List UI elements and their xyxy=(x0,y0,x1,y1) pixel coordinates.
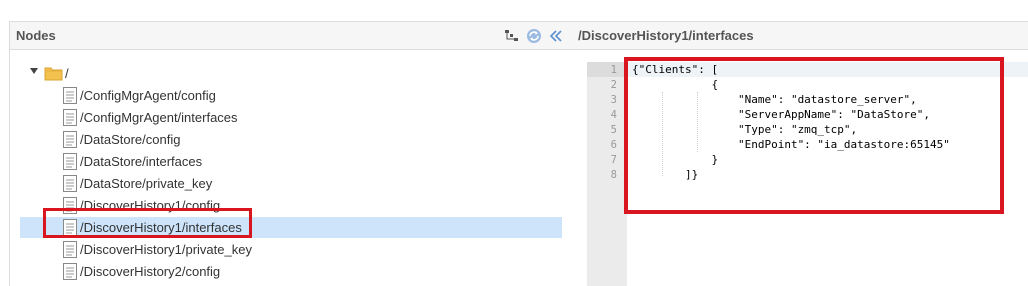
node-tree: / /ConfigMgrAgent/config /ConfigMgrAgent… xyxy=(10,50,572,286)
tree-node-label: /DataStore/private_key xyxy=(80,176,213,191)
tree-root-node[interactable]: / xyxy=(20,63,562,84)
document-icon xyxy=(63,175,77,192)
document-icon xyxy=(63,109,77,126)
refresh-icon[interactable] xyxy=(526,28,542,44)
tree-node-label: /DataStore/interfaces xyxy=(80,154,203,169)
tree-root-label: / xyxy=(65,66,69,81)
nodes-panel-header: Nodes xyxy=(10,22,572,50)
folder-icon xyxy=(44,65,63,81)
tree-expand-icon[interactable] xyxy=(504,28,520,44)
tree-node-label: /ConfigMgrAgent/config xyxy=(80,88,216,103)
collapse-panel-icon[interactable] xyxy=(548,28,564,44)
document-icon xyxy=(63,263,77,280)
line-number: 8 xyxy=(610,169,617,181)
line-number: 4 xyxy=(610,109,617,121)
line-number: 6 xyxy=(610,139,617,151)
editor-panel-header: /DiscoverHistory1/interfaces xyxy=(572,22,1028,50)
document-icon xyxy=(63,153,77,170)
selected-node-highlight xyxy=(43,208,252,238)
document-icon xyxy=(63,131,77,148)
tree-node[interactable]: /DataStore/config xyxy=(20,129,562,150)
nodes-panel: Nodes / /ConfigMgrAgent/config /ConfigMg… xyxy=(9,21,573,286)
tree-node[interactable]: /ConfigMgrAgent/interfaces xyxy=(20,107,562,128)
line-number: 7 xyxy=(610,154,617,166)
tree-node[interactable]: /ConfigMgrAgent/config xyxy=(20,85,562,106)
line-number: 1 xyxy=(610,64,617,76)
tree-node[interactable]: /DiscoverHistory2/config xyxy=(20,261,562,282)
line-number: 2 xyxy=(610,79,617,91)
document-icon xyxy=(63,241,77,258)
document-icon xyxy=(63,87,77,104)
line-number: 5 xyxy=(610,124,617,136)
line-number-gutter: 1 2 3 4 5 6 7 8 xyxy=(587,62,627,286)
tree-node-label: /DiscoverHistory1/private_key xyxy=(80,242,252,257)
tree-node-label: /DiscoverHistory2/config xyxy=(80,264,221,279)
tree-node-label: /ConfigMgrAgent/interfaces xyxy=(80,110,238,125)
code-highlight-box xyxy=(624,57,1004,214)
nodes-panel-title: Nodes xyxy=(16,28,56,43)
tree-node-label: /DataStore/config xyxy=(80,132,181,147)
tree-node[interactable]: /DiscoverHistory1/private_key xyxy=(20,239,562,260)
tree-node[interactable]: /DataStore/interfaces xyxy=(20,151,562,172)
editor-panel-title: /DiscoverHistory1/interfaces xyxy=(578,28,754,43)
tree-node[interactable]: /DataStore/private_key xyxy=(20,173,562,194)
collapse-toggle-icon[interactable] xyxy=(30,68,38,74)
line-number: 3 xyxy=(610,94,617,106)
nodes-header-toolbar xyxy=(504,27,564,45)
